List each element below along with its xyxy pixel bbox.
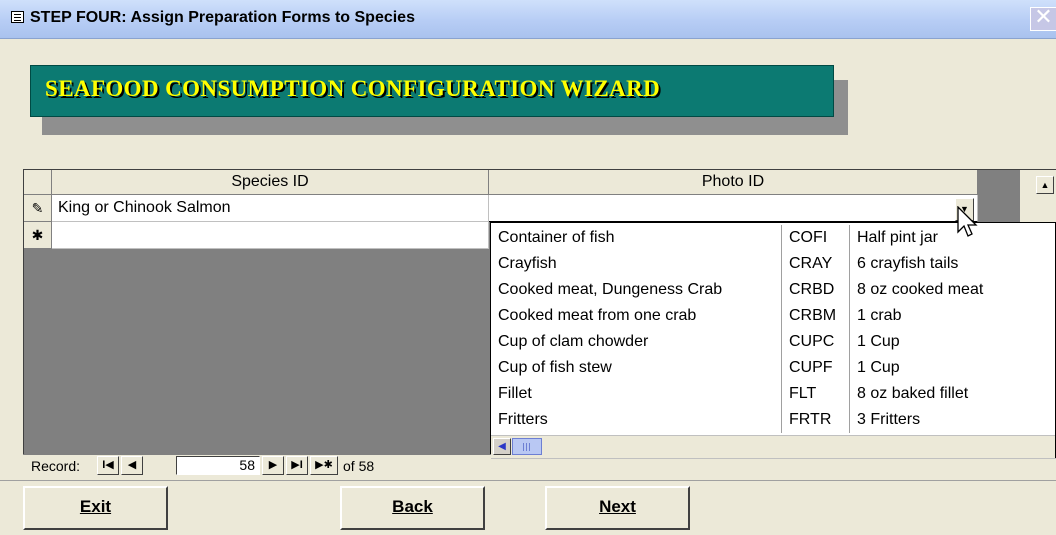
item-portion: 1 crab [849, 303, 1055, 329]
photo-id-dropdown-list[interactable]: Container of fish COFI Half pint jar Cra… [490, 222, 1056, 458]
item-code: FLT [781, 381, 849, 407]
record-count: of 58 [343, 458, 375, 474]
item-code: CUPC [781, 329, 849, 355]
exit-label: Exit [79, 497, 112, 516]
photo-id-combo[interactable] [489, 195, 978, 222]
exit-button[interactable]: Exit [23, 486, 168, 530]
next-record-button[interactable]: ▶ [262, 456, 284, 475]
species-id-cell-new[interactable] [52, 222, 489, 249]
previous-record-button[interactable]: ◀ [121, 456, 143, 475]
back-label: Back [392, 497, 433, 516]
close-button[interactable]: ✕ [1030, 7, 1056, 31]
record-label: Record: [31, 458, 81, 474]
scroll-up-button[interactable]: ▲ [1036, 176, 1054, 194]
horizontal-scrollbar[interactable] [491, 458, 1056, 476]
item-portion: 1 Cup [849, 355, 1055, 381]
item-code: CRAY [781, 251, 849, 277]
row-selector-new[interactable]: ✱ [24, 222, 52, 249]
scroll-thumb[interactable] [512, 438, 542, 455]
item-code: CUPF [781, 355, 849, 381]
item-code: COFI [781, 225, 849, 251]
row-selector-editing[interactable]: ✎ [24, 195, 52, 222]
divider [0, 480, 1056, 481]
list-item[interactable]: Cooked meat from one crab CRBM 1 crab [491, 303, 1056, 329]
dropdown-horizontal-scrollbar[interactable]: ◀ [491, 435, 1055, 458]
species-id-cell[interactable]: King or Chinook Salmon [52, 195, 489, 222]
corner-selector[interactable] [24, 170, 52, 195]
banner-title: SEAFOOD CONSUMPTION CONFIGURATION WIZARD [45, 76, 661, 101]
list-item[interactable]: Cooked meat, Dungeness Crab CRBD 8 oz co… [491, 277, 1056, 303]
next-label: Next [599, 497, 636, 516]
item-portion: 8 oz cooked meat [849, 277, 1055, 303]
record-navigator: Record: I◀ ◀ 58 ▶ ▶I ▶✱ of 58 [23, 454, 491, 476]
item-code: CRBM [781, 303, 849, 329]
item-portion: 3 Fritters [849, 407, 1055, 433]
item-description: Cup of fish stew [498, 359, 612, 376]
first-record-button[interactable]: I◀ [97, 456, 119, 475]
item-description: Cooked meat from one crab [498, 307, 697, 324]
item-description: Cup of clam chowder [498, 333, 649, 350]
column-header-species-id[interactable]: Species ID [52, 170, 489, 195]
window-title: STEP FOUR: Assign Preparation Forms to S… [30, 9, 415, 26]
item-code: CRBD [781, 277, 849, 303]
title-bar: STEP FOUR: Assign Preparation Forms to S… [0, 0, 1056, 39]
list-item[interactable]: Cup of fish stew CUPF 1 Cup [491, 355, 1056, 381]
new-record-button[interactable]: ▶✱ [310, 456, 338, 475]
wizard-banner: SEAFOOD CONSUMPTION CONFIGURATION WIZARD [30, 65, 834, 117]
back-button[interactable]: Back [340, 486, 485, 530]
item-description: Cooked meat, Dungeness Crab [498, 281, 723, 298]
item-description: Container of fish [498, 229, 615, 246]
list-item[interactable]: Cup of clam chowder CUPC 1 Cup [491, 329, 1056, 355]
scroll-left-button[interactable]: ◀ [493, 438, 511, 455]
list-item[interactable]: Fritters FRTR 3 Fritters [491, 407, 1056, 433]
list-item[interactable]: Fillet FLT 8 oz baked fillet [491, 381, 1056, 407]
item-code: FRTR [781, 407, 849, 433]
last-record-button[interactable]: ▶I [286, 456, 308, 475]
list-item[interactable]: Crayfish CRAY 6 crayfish tails [491, 251, 1056, 277]
item-description: Fillet [498, 385, 532, 402]
mouse-pointer-icon [957, 206, 978, 237]
item-description: Crayfish [498, 255, 557, 272]
item-portion: Half pint jar [849, 225, 1055, 251]
form-icon [11, 11, 24, 23]
item-portion: 1 Cup [849, 329, 1055, 355]
next-button[interactable]: Next [545, 486, 690, 530]
record-number-field[interactable]: 58 [176, 456, 260, 475]
item-portion: 8 oz baked fillet [849, 381, 1055, 407]
column-header-photo-id[interactable]: Photo ID [489, 170, 978, 195]
item-portion: 6 crayfish tails [849, 251, 1055, 277]
item-description: Fritters [498, 411, 548, 428]
